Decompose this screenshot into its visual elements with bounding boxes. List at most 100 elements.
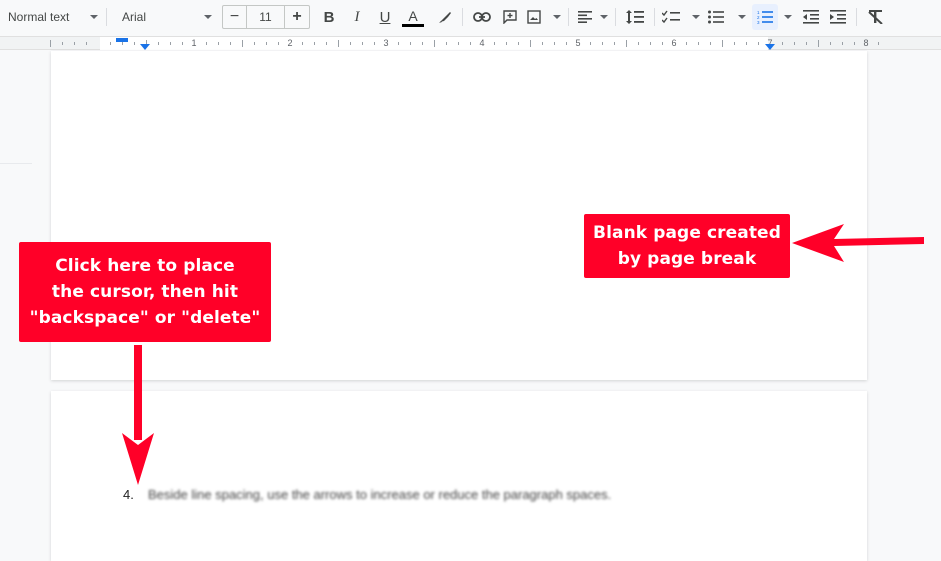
ruler-tick	[878, 42, 879, 45]
chevron-down-icon	[204, 15, 212, 19]
ruler-tick	[86, 42, 87, 45]
bulleted-list-button[interactable]	[708, 5, 746, 29]
add-comment-button[interactable]	[499, 5, 521, 29]
document-page[interactable]	[51, 391, 867, 561]
decrease-indent-icon	[803, 10, 819, 24]
clear-formatting-icon	[868, 10, 883, 24]
image-icon	[527, 10, 541, 24]
ruler-tick	[410, 42, 411, 45]
line-spacing-button[interactable]	[624, 5, 646, 29]
ruler-tick	[374, 42, 375, 45]
ruler-tick	[734, 42, 735, 45]
text-color-swatch	[402, 23, 424, 27]
list-item-text[interactable]: Beside line spacing, use the arrows to i…	[148, 487, 611, 502]
arrow-down-icon	[122, 345, 154, 485]
svg-text:3: 3	[757, 20, 760, 24]
font-select[interactable]: Arial	[118, 5, 216, 29]
ruler-tick	[266, 42, 267, 45]
ruler-tick	[710, 42, 711, 45]
insert-link-button[interactable]	[470, 5, 494, 29]
ruler-tick	[74, 42, 75, 45]
callout-line: Click here to place	[55, 256, 235, 276]
ruler-tick	[182, 42, 183, 45]
ruler-tick	[590, 42, 591, 45]
align-button[interactable]	[578, 5, 608, 29]
italic-button[interactable]: I	[346, 5, 368, 29]
style-select[interactable]: Normal text	[4, 5, 102, 29]
ruler-tick	[698, 42, 699, 45]
horizontal-ruler[interactable]: 1 2 3 4 5 6 7 8	[0, 36, 941, 50]
ruler-number: 6	[671, 38, 677, 48]
ruler-tick	[842, 42, 843, 45]
font-select-value: Arial	[122, 10, 147, 24]
ruler-tick	[110, 42, 111, 45]
increase-indent-icon	[830, 10, 846, 24]
checklist-button[interactable]	[662, 5, 700, 29]
ruler-tick	[518, 42, 519, 45]
ruler-tick	[854, 42, 855, 45]
style-select-value: Normal text	[8, 10, 70, 24]
divider	[654, 8, 655, 26]
ruler-tick	[542, 42, 543, 45]
font-size-stepper: − 11 +	[222, 5, 310, 29]
ruler-tick	[686, 42, 687, 45]
bold-button[interactable]: B	[318, 5, 340, 29]
italic-icon: I	[354, 8, 360, 25]
decrease-indent-button[interactable]	[800, 5, 822, 29]
highlight-icon	[439, 12, 451, 23]
ruler-tick	[230, 42, 231, 45]
font-size-input[interactable]: 11	[247, 6, 285, 28]
underline-button[interactable]: U	[374, 5, 396, 29]
formatting-toolbar: Normal text Arial − 11 + B I U A 1 2 3	[0, 0, 941, 36]
numbered-list-button[interactable]: 123	[752, 4, 778, 30]
right-indent-marker[interactable]	[765, 44, 775, 50]
ruler-tick	[554, 42, 555, 45]
ruler-tick	[614, 42, 615, 45]
ruler-tick	[494, 42, 495, 45]
ruler-tick	[662, 42, 663, 45]
ruler-number: 8	[863, 38, 869, 48]
ruler-tick	[830, 42, 831, 45]
ruler-tick	[326, 42, 327, 45]
ruler-tick	[50, 40, 51, 47]
ruler-number: 3	[383, 38, 389, 48]
chevron-down-icon	[738, 15, 746, 19]
divider	[462, 8, 463, 26]
ruler-number: 2	[287, 38, 293, 48]
increase-indent-button[interactable]	[827, 5, 849, 29]
text-color-icon: A	[408, 7, 418, 24]
ruler-tick	[722, 40, 723, 47]
divider	[856, 8, 857, 26]
clear-formatting-button[interactable]	[865, 5, 887, 29]
ruler-tick	[470, 42, 471, 45]
ruler-tick	[746, 42, 747, 45]
ruler-tick	[782, 42, 783, 45]
ruler-tick	[398, 42, 399, 45]
ruler-tick	[530, 40, 531, 47]
instruction-callout: Click here to place the cursor, then hit…	[19, 242, 271, 342]
decrease-font-size-button[interactable]: −	[223, 6, 247, 28]
left-indent-marker[interactable]	[140, 44, 150, 50]
ruler-tick	[314, 42, 315, 45]
ruler-tick	[218, 42, 219, 45]
ruler-tick	[506, 42, 507, 45]
increase-font-size-button[interactable]: +	[285, 6, 309, 28]
ruler-tick	[650, 42, 651, 45]
checklist-icon	[662, 10, 680, 24]
chevron-down-icon	[692, 15, 700, 19]
first-line-indent-marker[interactable]	[116, 38, 128, 42]
comment-icon	[503, 10, 517, 24]
ruler-tick	[122, 42, 123, 45]
numbered-list-dropdown[interactable]	[782, 5, 794, 29]
highlight-button[interactable]	[434, 5, 456, 29]
ruler-tick	[242, 40, 243, 47]
chevron-down-icon	[90, 15, 98, 19]
insert-image-button[interactable]	[527, 5, 561, 29]
ruler-tick	[758, 42, 759, 45]
ruler-tick	[338, 40, 339, 47]
ruler-tick	[806, 42, 807, 45]
ruler-tick	[278, 42, 279, 45]
ruler-tick	[566, 42, 567, 45]
ruler-number: 5	[575, 38, 581, 48]
text-color-button[interactable]: A	[402, 5, 424, 29]
